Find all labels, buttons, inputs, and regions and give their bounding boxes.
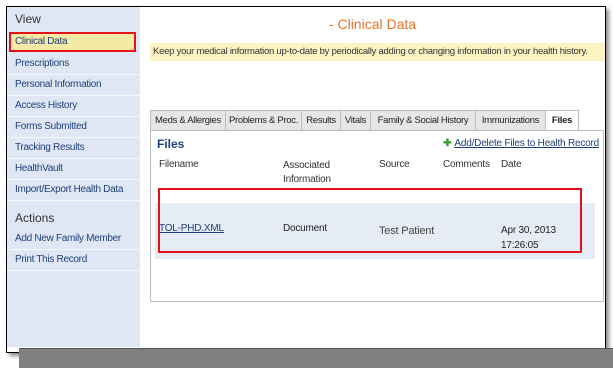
sidebar-item-clinical-data[interactable]: Clinical Data (9, 32, 136, 52)
sidebar-item-healthvault[interactable]: HealthVault (7, 159, 140, 180)
add-delete-files-label: Add/Delete Files to Health Record (454, 138, 599, 149)
sidebar-view-heading: View (15, 12, 41, 26)
action-print-record[interactable]: Print This Record (7, 250, 140, 271)
sidebar-item-personal-information[interactable]: Personal Information (7, 75, 140, 96)
main-content: - Clinical Data Keep your medical inform… (140, 7, 605, 352)
tab-results[interactable]: Results (301, 110, 341, 130)
sidebar-item-prescriptions[interactable]: Prescriptions (7, 54, 140, 75)
tab-files[interactable]: Files (545, 110, 579, 131)
tab-family-social-history[interactable]: Family & Social History (370, 110, 476, 130)
sidebar-item-import-export[interactable]: Import/Export Health Data (7, 180, 140, 201)
row-highlight-box (158, 188, 582, 253)
app-window: View Clinical Data Prescriptions Persona… (6, 6, 606, 353)
sidebar-item-forms-submitted[interactable]: Forms Submitted (7, 117, 140, 138)
sidebar-item-access-history[interactable]: Access History (7, 96, 140, 117)
col-source: Source (379, 159, 410, 170)
bottom-bar (19, 348, 613, 368)
files-heading: Files (157, 137, 185, 151)
sidebar-item-tracking-results[interactable]: Tracking Results (7, 138, 140, 159)
col-filename: Filename (159, 159, 199, 170)
tab-meds-allergies[interactable]: Meds & Allergies (150, 110, 226, 130)
tab-immunizations[interactable]: Immunizations (475, 110, 546, 130)
info-banner: Keep your medical information up-to-date… (150, 43, 605, 61)
tab-problems-proc[interactable]: Problems & Proc. (225, 110, 302, 130)
col-comments: Comments (443, 159, 490, 170)
sidebar: View Clinical Data Prescriptions Persona… (7, 7, 140, 347)
add-plus-icon: ✚ (443, 138, 452, 149)
col-date: Date (501, 159, 522, 170)
action-add-family-member[interactable]: Add New Family Member (7, 229, 140, 250)
col-associated-information: Associated Information (283, 160, 331, 185)
add-delete-files-link[interactable]: ✚ Add/Delete Files to Health Record (443, 138, 599, 149)
page-title: - Clinical Data (328, 16, 417, 32)
tab-vitals[interactable]: Vitals (340, 110, 371, 130)
sidebar-actions-heading: Actions (15, 211, 55, 225)
tab-bar: Meds & Allergies Problems & Proc. Result… (150, 110, 602, 131)
